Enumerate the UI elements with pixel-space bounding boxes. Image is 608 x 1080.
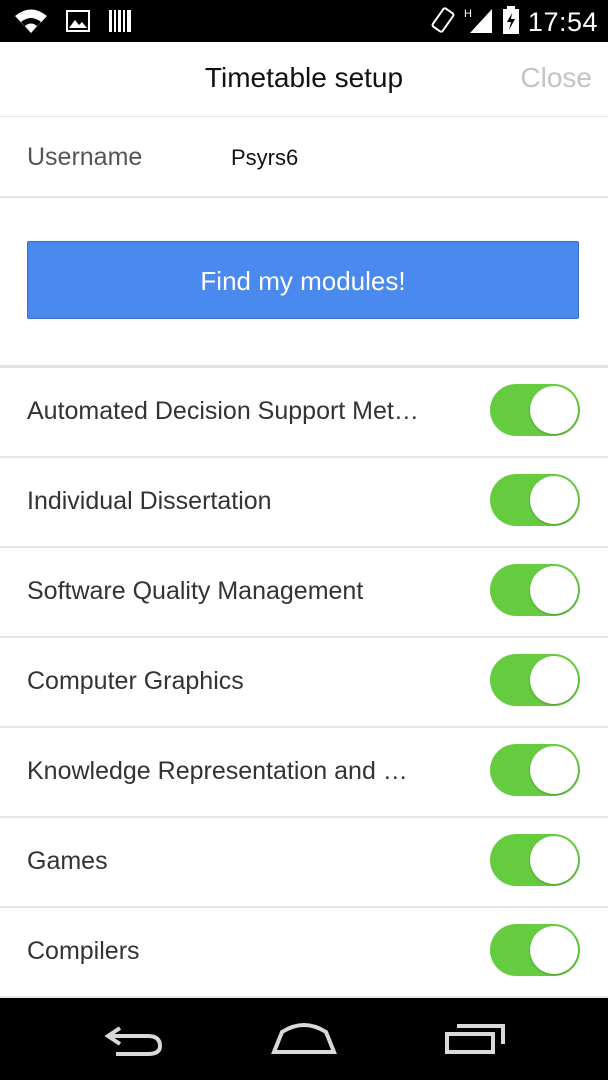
module-row: Games xyxy=(0,818,608,908)
back-icon[interactable] xyxy=(104,1018,164,1063)
module-label: Automated Decision Support Met… xyxy=(27,397,419,425)
module-toggle[interactable] xyxy=(490,654,580,706)
username-row: Username Psyrs6 xyxy=(0,117,608,198)
toggle-knob xyxy=(530,746,578,794)
signal-icon: H xyxy=(464,5,494,40)
toggle-knob xyxy=(530,836,578,884)
toggle-knob xyxy=(530,926,578,974)
toggle-knob xyxy=(530,566,578,614)
module-toggle[interactable] xyxy=(490,474,580,526)
module-list: Automated Decision Support Met… Individua… xyxy=(0,365,608,998)
svg-text:H: H xyxy=(464,8,472,20)
toggle-knob xyxy=(530,656,578,704)
module-row: Computer Graphics xyxy=(0,638,608,728)
status-bar: H 17:54 xyxy=(0,0,608,42)
module-row: Compilers xyxy=(0,908,608,998)
module-toggle[interactable] xyxy=(490,744,580,796)
module-toggle[interactable] xyxy=(490,384,580,436)
module-row: Individual Dissertation xyxy=(0,458,608,548)
clock-time: 17:54 xyxy=(527,7,598,37)
header: Timetable setup Close xyxy=(0,42,608,117)
module-toggle[interactable] xyxy=(490,924,580,976)
navigation-bar xyxy=(0,998,608,1080)
module-row: Automated Decision Support Met… xyxy=(0,368,608,458)
module-label: Individual Dissertation xyxy=(27,487,272,515)
toggle-knob xyxy=(530,386,578,434)
rotate-icon xyxy=(430,5,456,40)
barcode-icon xyxy=(108,9,132,38)
module-toggle[interactable] xyxy=(490,834,580,886)
image-icon xyxy=(66,10,90,37)
module-row: Software Quality Management xyxy=(0,548,608,638)
page-title: Timetable setup xyxy=(204,62,404,93)
module-toggle[interactable] xyxy=(490,564,580,616)
find-modules-button[interactable]: Find my modules! xyxy=(27,241,579,319)
wifi-icon xyxy=(14,8,48,39)
close-button[interactable]: Close xyxy=(520,62,592,94)
module-label: Computer Graphics xyxy=(27,667,244,695)
module-label: Knowledge Representation and … xyxy=(27,757,408,785)
module-row: Knowledge Representation and … xyxy=(0,728,608,818)
home-icon[interactable] xyxy=(271,1018,337,1063)
module-label: Compilers xyxy=(27,937,140,965)
module-label: Software Quality Management xyxy=(27,577,364,605)
module-label: Games xyxy=(27,847,108,875)
battery-icon xyxy=(502,5,520,40)
username-label: Username xyxy=(27,143,143,171)
toggle-knob xyxy=(530,476,578,524)
username-field[interactable]: Psyrs6 xyxy=(231,145,298,171)
recent-apps-icon[interactable] xyxy=(443,1018,509,1063)
